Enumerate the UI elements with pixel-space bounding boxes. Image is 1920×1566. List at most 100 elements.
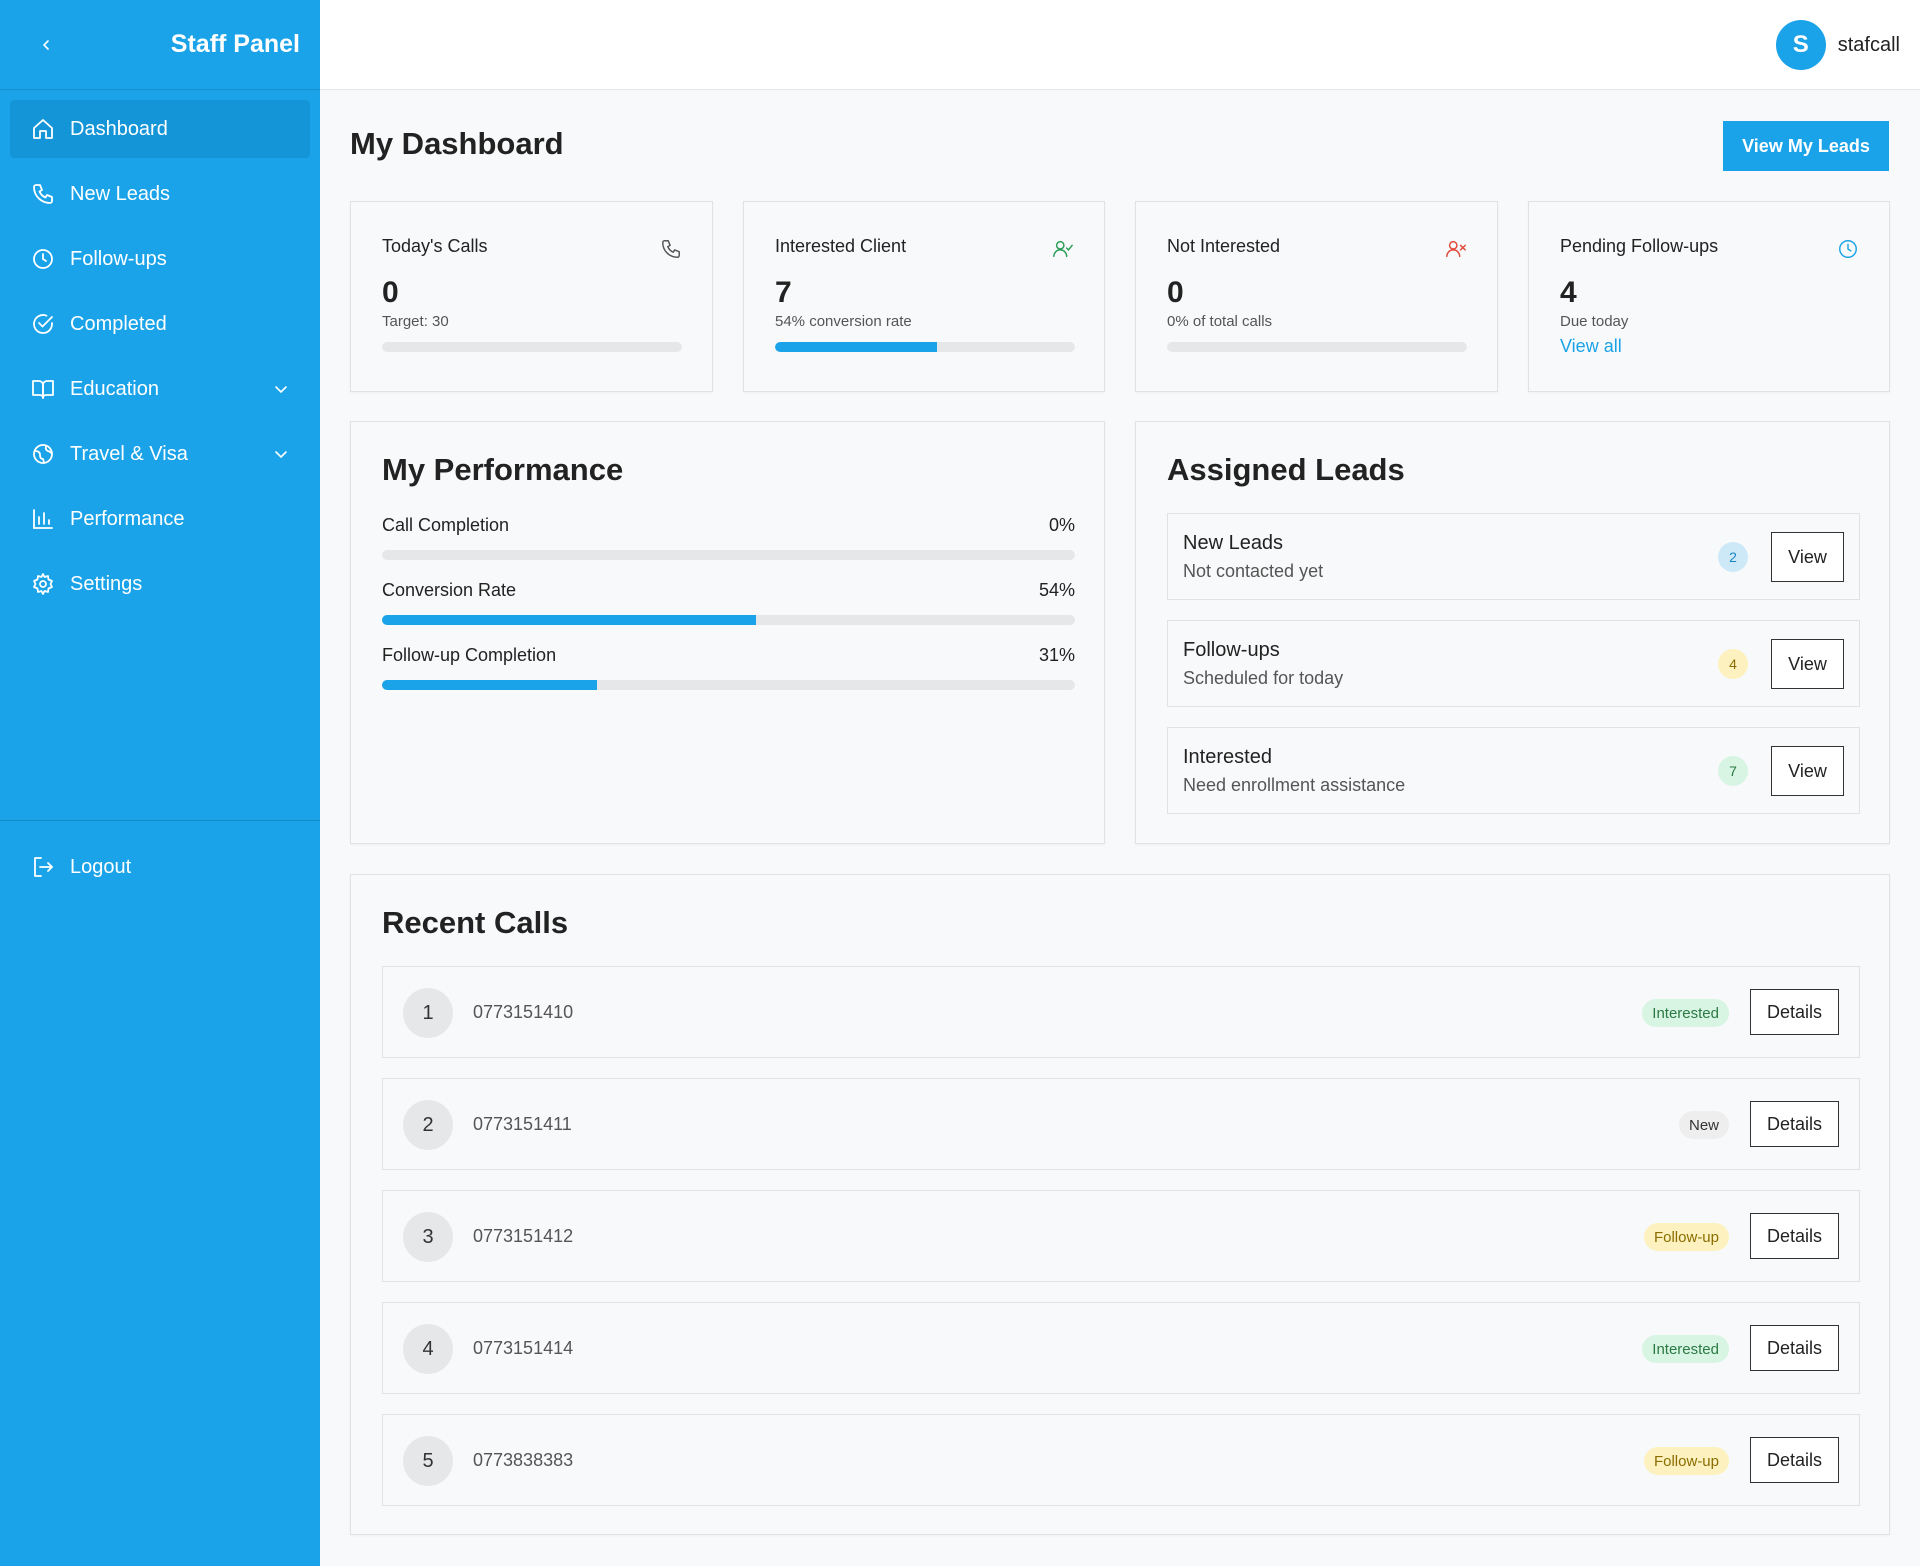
logout-button[interactable]: Logout xyxy=(10,838,310,896)
performance-percent: 31% xyxy=(1038,645,1075,665)
user-menu[interactable]: S stafcall xyxy=(1775,20,1900,70)
sidebar-header: Staff Panel xyxy=(0,0,320,90)
status-badge: Follow-up xyxy=(1643,1223,1729,1251)
bar-chart-icon xyxy=(30,506,56,532)
details-button[interactable]: Details xyxy=(1750,1325,1839,1371)
sidebar-item-label: Follow-ups xyxy=(70,247,167,270)
progress-bar xyxy=(1167,342,1467,352)
user-x-icon xyxy=(1445,238,1467,260)
details-button[interactable]: Details xyxy=(1750,1101,1839,1147)
sidebar-item-travel-visa[interactable]: Travel & Visa xyxy=(10,425,310,483)
assigned-leads-title: Assigned Leads xyxy=(1167,452,1405,487)
lead-subtitle: Not contacted yet xyxy=(1183,561,1324,581)
stat-subtext: Target: 30 xyxy=(382,313,449,330)
assigned-lead-row-follow-ups: Follow-ups Scheduled for today 4 View xyxy=(1167,620,1860,707)
page-title: My Dashboard xyxy=(350,126,564,161)
sidebar-item-education[interactable]: Education xyxy=(10,360,310,418)
progress-fill xyxy=(382,615,757,625)
recent-calls-card: Recent Calls 1 0773151410 Interested Det… xyxy=(350,874,1890,1535)
details-button[interactable]: Details xyxy=(1750,1437,1839,1483)
stat-label: Pending Follow-ups xyxy=(1560,236,1719,256)
phone-icon xyxy=(660,238,682,260)
call-phone: 0773151411 xyxy=(473,1114,572,1134)
sidebar-item-settings[interactable]: Settings xyxy=(10,555,310,613)
view-all-link[interactable]: View all xyxy=(1560,336,1622,357)
progress-bar xyxy=(382,680,1075,690)
assigned-lead-row-interested: Interested Need enrollment assistance 7 … xyxy=(1167,727,1860,814)
performance-percent: 54% xyxy=(1038,580,1075,600)
stat-card-pending-follow-ups: Pending Follow-ups 4 Due today View all xyxy=(1528,201,1890,392)
lead-subtitle: Scheduled for today xyxy=(1183,668,1344,688)
logout-label: Logout xyxy=(70,855,132,878)
stat-value: 7 xyxy=(775,276,792,309)
count-badge: 4 xyxy=(1718,649,1748,679)
call-phone: 0773151414 xyxy=(473,1338,574,1358)
performance-row-call-completion: Call Completion 0% xyxy=(382,515,1075,560)
performance-title: My Performance xyxy=(382,452,624,487)
username: stafcall xyxy=(1837,33,1900,56)
performance-row-conversion-rate: Conversion Rate 54% xyxy=(382,580,1075,625)
avatar[interactable]: S xyxy=(1775,20,1826,70)
view-button[interactable]: View xyxy=(1771,746,1844,796)
progress-bar xyxy=(382,615,1075,625)
assigned-lead-row-new-leads: New Leads Not contacted yet 2 View xyxy=(1167,513,1860,600)
sidebar-item-label: Performance xyxy=(70,507,185,530)
stat-card-not-interested: Not Interested 0 0% of total calls xyxy=(1135,201,1498,392)
sidebar: Staff Panel Dashboard New Leads Follow-u… xyxy=(0,0,320,1566)
sidebar-title: Staff Panel xyxy=(170,30,300,58)
sidebar-item-dashboard[interactable]: Dashboard xyxy=(10,100,310,158)
sidebar-item-label: Dashboard xyxy=(70,117,168,140)
details-button[interactable]: Details xyxy=(1750,989,1839,1035)
view-button[interactable]: View xyxy=(1771,532,1844,582)
lead-title: Follow-ups xyxy=(1183,639,1280,661)
sidebar-item-label: Completed xyxy=(70,312,167,335)
call-row: 5 0773838383 Follow-up Details xyxy=(382,1414,1860,1506)
phone-icon xyxy=(30,181,56,207)
progress-bar xyxy=(382,550,1075,560)
call-phone: 0773151412 xyxy=(473,1226,574,1246)
call-number: 3 xyxy=(403,1212,453,1262)
stat-card-interested-client: Interested Client 7 54% conversion rate xyxy=(743,201,1105,392)
lead-title: Interested xyxy=(1183,746,1272,768)
details-button[interactable]: Details xyxy=(1750,1213,1839,1259)
stat-label: Not Interested xyxy=(1167,236,1281,256)
performance-label: Conversion Rate xyxy=(382,580,517,600)
sidebar-item-new-leads[interactable]: New Leads xyxy=(10,165,310,223)
status-badge: Interested xyxy=(1642,1335,1729,1363)
stat-subtext: 54% conversion rate xyxy=(775,313,912,330)
sidebar-item-label: Travel & Visa xyxy=(70,442,188,465)
sidebar-item-follow-ups[interactable]: Follow-ups xyxy=(10,230,310,288)
performance-card: My Performance Call Completion 0% Conver… xyxy=(350,421,1105,844)
home-icon xyxy=(30,116,56,142)
call-row: 3 0773151412 Follow-up Details xyxy=(382,1190,1860,1282)
stat-value: 4 xyxy=(1560,276,1577,309)
call-phone: 0773151410 xyxy=(473,1002,574,1022)
gear-icon xyxy=(30,571,56,597)
call-row: 4 0773151414 Interested Details xyxy=(382,1302,1860,1394)
status-badge: Interested xyxy=(1642,999,1729,1027)
stat-subtext: Due today xyxy=(1560,313,1629,330)
count-badge: 7 xyxy=(1718,756,1748,786)
view-button[interactable]: View xyxy=(1771,639,1844,689)
sidebar-item-completed[interactable]: Completed xyxy=(10,295,310,353)
stat-label: Today's Calls xyxy=(382,236,488,256)
recent-calls-title: Recent Calls xyxy=(382,905,569,940)
call-number: 4 xyxy=(403,1324,453,1374)
top-bar: S stafcall xyxy=(320,0,1920,90)
status-badge: Follow-up xyxy=(1643,1447,1729,1475)
count-badge: 2 xyxy=(1718,542,1748,572)
clock-icon xyxy=(1837,238,1859,260)
status-badge: New xyxy=(1678,1111,1729,1139)
check-circle-icon xyxy=(30,311,56,337)
performance-label: Call Completion xyxy=(382,515,510,535)
call-number: 5 xyxy=(403,1436,453,1486)
sidebar-item-performance[interactable]: Performance xyxy=(10,490,310,548)
call-phone: 0773838383 xyxy=(473,1450,574,1470)
chevron-down-icon xyxy=(272,380,290,398)
collapse-chevron-icon[interactable] xyxy=(36,35,56,55)
performance-label: Follow-up Completion xyxy=(382,645,557,665)
globe-icon xyxy=(30,441,56,467)
view-my-leads-button[interactable]: View My Leads xyxy=(1723,121,1889,171)
progress-fill xyxy=(775,342,937,352)
logout-icon xyxy=(30,854,56,880)
